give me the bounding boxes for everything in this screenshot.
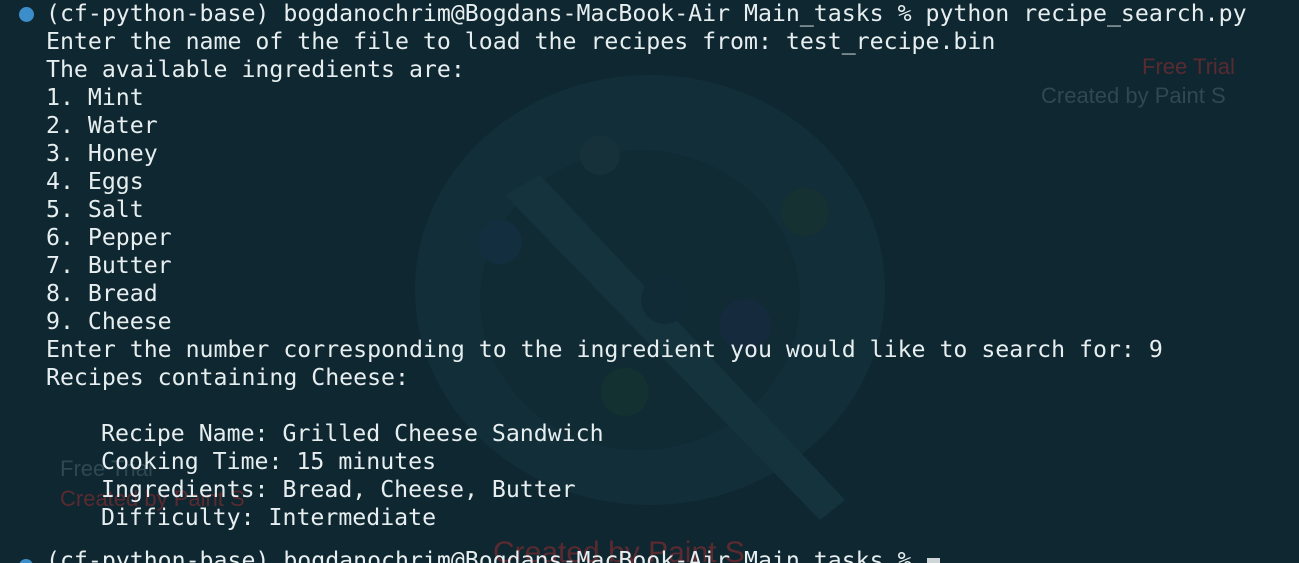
- ingredient-item: 4. Eggs: [46, 168, 144, 195]
- ingredient-item: 6. Pepper: [46, 224, 172, 251]
- recipe-time-line: Cooking Time: 15 minutes: [101, 448, 437, 475]
- watermark-created-by: Created by Paint S: [1041, 83, 1226, 108]
- ingredient-item: 3. Honey: [46, 140, 158, 167]
- recipe-difficulty-line: Difficulty: Intermediate: [101, 504, 437, 531]
- recipe-ingredients-line: Ingredients: Bread, Cheese, Butter: [101, 476, 576, 503]
- ingredient-item: 8. Bread: [46, 280, 158, 307]
- output-line: The available ingredients are:: [46, 56, 465, 83]
- command-line: (cf-python-base) bogdanochrim@Bogdans-Ma…: [46, 0, 1247, 27]
- text-cursor: [927, 558, 940, 563]
- output-line: Enter the name of the file to load the r…: [46, 28, 996, 55]
- recipe-name-line: Recipe Name: Grilled Cheese Sandwich: [101, 420, 604, 447]
- prompt-status-dot-icon: [19, 7, 34, 22]
- next-prompt-line[interactable]: (cf-python-base) bogdanochrim@Bogdans-Ma…: [46, 547, 925, 563]
- ingredient-item: 9. Cheese: [46, 308, 172, 335]
- ingredient-item: 1. Mint: [46, 84, 144, 111]
- watermark-free-trial: Free Trial: [1142, 54, 1235, 79]
- ingredient-item: 2. Water: [46, 112, 158, 139]
- output-line: Recipes containing Cheese:: [46, 364, 409, 391]
- terminal-window[interactable]: Free Trial Created by Paint S Free Trial…: [0, 0, 1299, 563]
- ingredient-item: 5. Salt: [46, 196, 144, 223]
- output-line: Enter the number corresponding to the in…: [46, 336, 1163, 363]
- ingredient-item: 7. Butter: [46, 252, 172, 279]
